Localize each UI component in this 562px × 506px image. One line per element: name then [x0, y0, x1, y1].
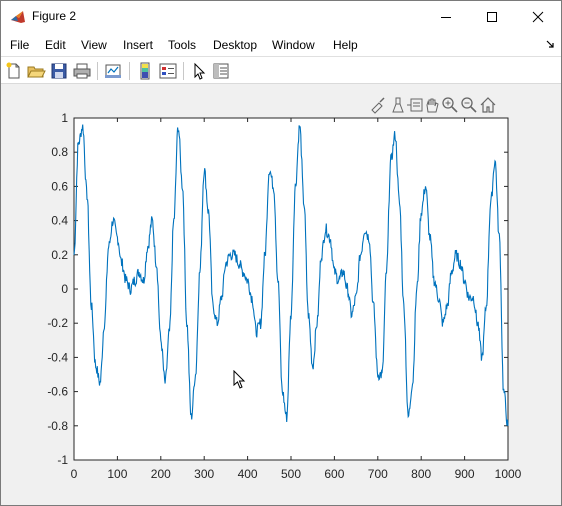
- matlab-icon: [11, 11, 25, 23]
- property-inspector-icon[interactable]: [211, 61, 231, 81]
- link-plot-icon[interactable]: [103, 61, 123, 81]
- figure-window: Figure 2 File Edit View Insert Tools Des…: [0, 0, 562, 506]
- save-icon[interactable]: [49, 61, 69, 81]
- x-tick-label: 800: [411, 467, 431, 481]
- minimize-icon: [441, 17, 451, 18]
- legend-icon[interactable]: [158, 61, 178, 81]
- maximize-button[interactable]: [469, 1, 515, 32]
- x-tick-label: 1000: [495, 467, 522, 481]
- colorbar-icon[interactable]: [135, 61, 155, 81]
- x-tick-label: 300: [194, 467, 214, 481]
- title-bar: Figure 2: [1, 1, 561, 32]
- y-tick-label: -0.6: [47, 385, 68, 399]
- menu-tools[interactable]: Tools: [168, 38, 196, 52]
- x-tick-label: 600: [324, 467, 344, 481]
- y-tick-label: 0.2: [51, 248, 68, 262]
- menu-bar: File Edit View Insert Tools Desktop Wind…: [1, 32, 561, 56]
- axes-background: [73, 117, 509, 461]
- x-tick-label: 500: [281, 467, 301, 481]
- figure-toolbar: [1, 56, 561, 84]
- edit-plot-icon[interactable]: [189, 61, 209, 81]
- y-tick-label: 0.4: [51, 214, 68, 228]
- y-tick-label: 0: [61, 282, 68, 296]
- toolbar-separator: [97, 62, 98, 80]
- y-tick-label: -1: [57, 453, 68, 467]
- menu-file[interactable]: File: [10, 38, 29, 52]
- minimize-button[interactable]: [423, 1, 469, 32]
- new-figure-icon[interactable]: [4, 61, 24, 81]
- x-tick-label: 200: [151, 467, 171, 481]
- line-chart[interactable]: 0 100 200 300 400 500 600 700 800 900 1000 1 0.8 0.6 0…: [1, 85, 561, 505]
- y-tick-label: 1: [61, 111, 68, 125]
- dock-arrow-icon[interactable]: [545, 39, 555, 49]
- menu-desktop[interactable]: Desktop: [213, 38, 257, 52]
- menu-insert[interactable]: Insert: [123, 38, 153, 52]
- x-tick-label: 700: [368, 467, 388, 481]
- toolbar-separator: [183, 62, 184, 80]
- y-tick-label: -0.2: [47, 316, 68, 330]
- toolbar-separator: [129, 62, 130, 80]
- y-tick-label: 0.6: [51, 179, 68, 193]
- menu-view[interactable]: View: [81, 38, 107, 52]
- y-tick-label: 0.8: [51, 145, 68, 159]
- close-icon: [532, 11, 544, 23]
- close-button[interactable]: [515, 1, 561, 32]
- y-tick-label: -0.8: [47, 419, 68, 433]
- open-file-icon[interactable]: [26, 61, 46, 81]
- print-icon[interactable]: [72, 61, 92, 81]
- x-tick-label: 100: [107, 467, 127, 481]
- mouse-cursor-icon: [233, 370, 246, 389]
- maximize-icon: [487, 12, 497, 22]
- menu-help[interactable]: Help: [333, 38, 358, 52]
- x-tick-label: 0: [71, 467, 78, 481]
- menu-edit[interactable]: Edit: [45, 38, 66, 52]
- window-title: Figure 2: [32, 9, 77, 23]
- menu-window[interactable]: Window: [272, 38, 315, 52]
- y-tick-label: -0.4: [47, 350, 68, 364]
- x-tick-label: 400: [238, 467, 258, 481]
- x-tick-label: 900: [455, 467, 475, 481]
